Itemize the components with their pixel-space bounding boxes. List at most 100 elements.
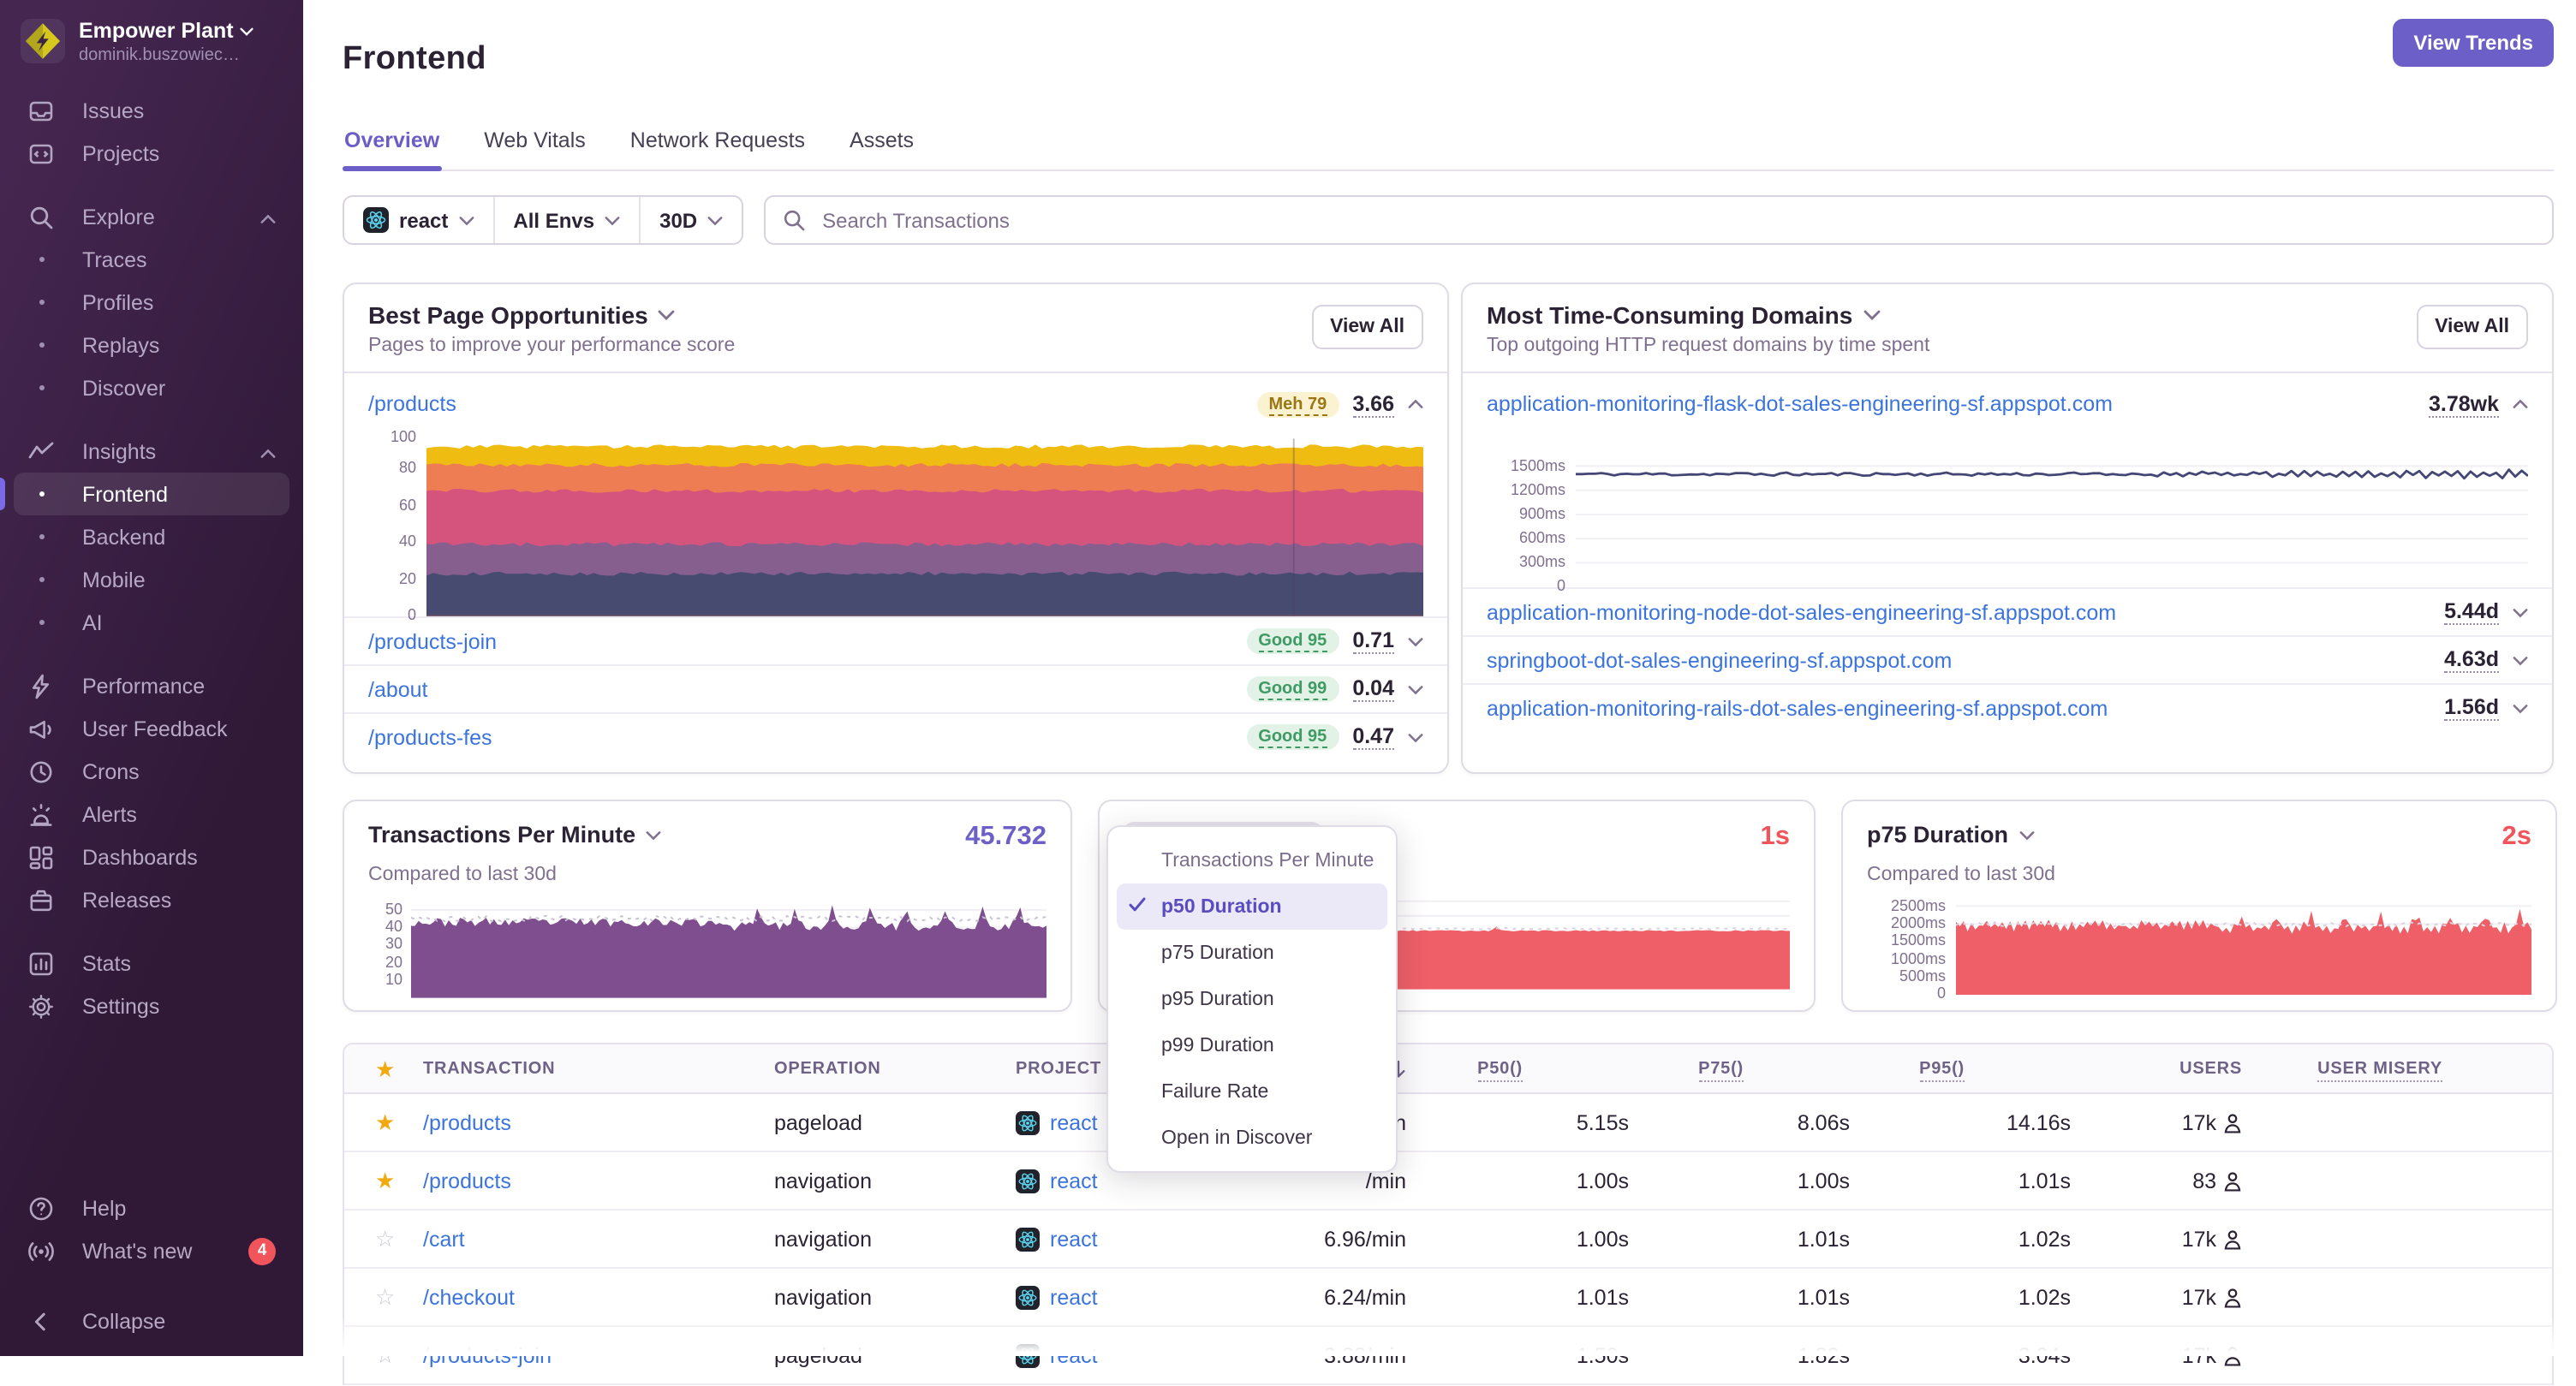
tpm-metric-selector[interactable]: Transactions Per Minute	[368, 823, 661, 848]
domain-row[interactable]: springboot-dot-sales-engineering-sf.apps…	[1463, 635, 2552, 684]
menu-item-failure-rate[interactable]: Failure Rate	[1117, 1068, 1387, 1115]
stats-icon	[27, 949, 55, 977]
panel-title[interactable]: Best Page Opportunities	[368, 302, 648, 330]
domain-link[interactable]: application-monitoring-node-dot-sales-en…	[1487, 601, 2116, 625]
column-header-p75[interactable]: P75()	[1629, 1059, 1850, 1082]
chevron-down-icon[interactable]	[659, 311, 676, 321]
column-header-p50[interactable]: P50()	[1406, 1059, 1629, 1082]
project-link[interactable]: react	[1050, 1111, 1098, 1135]
org-switcher[interactable]: Empower Plant dominik.buszowiec…	[0, 0, 303, 72]
page-opportunity-row[interactable]: /products-fes Good 95 0.47	[344, 712, 1447, 761]
performance-icon	[27, 672, 55, 699]
transaction-link[interactable]: /cart	[423, 1228, 465, 1252]
sidebar-item-dashboards[interactable]: Dashboards	[14, 836, 289, 878]
sidebar-item-help[interactable]: Help	[14, 1187, 289, 1229]
transaction-link[interactable]: /products	[423, 1169, 511, 1193]
chevron-up-icon[interactable]	[260, 205, 276, 229]
panel-subtitle: Pages to improve your performance score	[368, 336, 736, 357]
menu-item-p99-duration[interactable]: p99 Duration	[1117, 1022, 1387, 1068]
y-axis-tick-label: 2000ms	[1890, 914, 1946, 932]
environment-filter[interactable]: All Envs	[492, 197, 639, 244]
menu-item-label: p95 Duration	[1161, 989, 1274, 1009]
sidebar-item-crons[interactable]: Crons	[14, 750, 289, 793]
page-opportunity-link[interactable]: /products-fes	[368, 726, 492, 750]
tpm-chart[interactable]: 10 20 30 40 50	[368, 896, 1046, 999]
menu-item-label: Open in Discover	[1161, 1127, 1313, 1148]
panel-title[interactable]: Most Time-Consuming Domains	[1487, 302, 1852, 330]
page-score-chart[interactable]: 0 20 40 60 80 100	[368, 430, 1423, 623]
menu-item-open-in-discover[interactable]: Open in Discover	[1117, 1115, 1387, 1161]
sidebar-item-whats-new[interactable]: What's new 4	[14, 1229, 289, 1272]
project-link[interactable]: react	[1050, 1228, 1098, 1252]
page-opportunity-link[interactable]: /products	[368, 393, 456, 417]
page-opportunity-row[interactable]: /products Meh 79 3.66 0 20 40 60 80 100	[344, 374, 1447, 623]
tab-network-requests[interactable]: Network Requests	[629, 129, 807, 170]
view-all-button[interactable]: View All	[1311, 305, 1423, 350]
domain-row[interactable]: application-monitoring-flask-dot-sales-e…	[1463, 374, 2552, 594]
p95-cell: 1.02s	[2018, 1227, 2071, 1252]
sidebar-item-performance[interactable]: Performance	[14, 664, 289, 707]
domain-row[interactable]: application-monitoring-rails-dot-sales-e…	[1463, 683, 2552, 732]
date-range-filter[interactable]: 30D	[639, 197, 742, 244]
sidebar-item-alerts[interactable]: Alerts	[14, 793, 289, 836]
view-all-button[interactable]: View All	[2416, 305, 2528, 350]
sidebar-item-traces[interactable]: Traces	[14, 238, 289, 281]
domain-row[interactable]: application-monitoring-node-dot-sales-en…	[1463, 587, 2552, 636]
sidebar-item-projects[interactable]: Projects	[14, 132, 289, 175]
sidebar-item-ai[interactable]: AI	[14, 601, 289, 644]
p75-metric-selector[interactable]: p75 Duration	[1867, 823, 2034, 848]
project-filter[interactable]: react	[344, 198, 492, 244]
sidebar-section-insights[interactable]: Insights	[14, 430, 289, 473]
y-axis-tick-label: 1500ms	[1890, 931, 1946, 949]
sidebar-item-mobile[interactable]: Mobile	[14, 558, 289, 601]
transaction-link[interactable]: /products	[423, 1111, 511, 1135]
tab-web-vitals[interactable]: Web Vitals	[482, 129, 587, 170]
sidebar-item-profiles[interactable]: Profiles	[14, 281, 289, 324]
bullet-icon	[27, 534, 55, 539]
sidebar-item-frontend[interactable]: Frontend	[0, 473, 289, 515]
sidebar-item-collapse[interactable]: Collapse	[14, 1300, 289, 1342]
domain-link[interactable]: springboot-dot-sales-engineering-sf.apps…	[1487, 649, 1952, 673]
domain-link[interactable]: application-monitoring-rails-dot-sales-e…	[1487, 697, 2108, 721]
search-input[interactable]	[819, 206, 2535, 235]
tab-assets[interactable]: Assets	[848, 129, 915, 170]
view-trends-button[interactable]: View Trends	[2393, 19, 2554, 67]
domain-link[interactable]: application-monitoring-flask-dot-sales-e…	[1487, 393, 2113, 417]
star-filled-icon[interactable]: ★	[375, 1170, 423, 1193]
menu-item-p75-duration[interactable]: p75 Duration	[1117, 930, 1387, 976]
menu-item-p95-duration[interactable]: p95 Duration	[1117, 976, 1387, 1022]
star-outline-icon[interactable]: ☆	[375, 1287, 423, 1309]
transaction-link[interactable]: /checkout	[423, 1286, 515, 1310]
p75-chart[interactable]: 0 500ms 1000ms 1500ms 2000ms 2500ms	[1867, 896, 2531, 1002]
insights-icon	[27, 437, 55, 465]
project-link[interactable]: react	[1050, 1169, 1098, 1193]
sidebar-item-issues[interactable]: Issues	[14, 89, 289, 132]
sidebar-item-stats[interactable]: Stats	[14, 942, 289, 984]
y-axis-tick-label: 0	[407, 606, 416, 624]
star-outline-icon[interactable]: ☆	[375, 1228, 423, 1251]
column-header-p95[interactable]: P95()	[1850, 1059, 2071, 1082]
sidebar-item-backend[interactable]: Backend	[14, 515, 289, 558]
page-opportunity-row[interactable]: /about Good 99 0.04	[344, 664, 1447, 713]
sidebar-section-explore[interactable]: Explore	[14, 195, 289, 238]
chevron-up-icon[interactable]	[260, 439, 276, 463]
sidebar-item-releases[interactable]: Releases	[14, 878, 289, 921]
page-opportunity-link[interactable]: /products-join	[368, 630, 497, 654]
domain-duration-chart[interactable]: 0 300ms 600ms 900ms 1200ms 1500ms	[1487, 455, 2528, 594]
page-opportunity-row[interactable]: /products-join Good 95 0.71	[344, 616, 1447, 665]
project-link[interactable]: react	[1050, 1286, 1098, 1310]
sidebar-item-user-feedback[interactable]: User Feedback	[14, 707, 289, 750]
star-filled-icon[interactable]: ★	[375, 1112, 423, 1134]
sidebar-item-settings[interactable]: Settings	[14, 984, 289, 1027]
menu-item-p50-duration[interactable]: p50 Duration	[1117, 883, 1387, 930]
tab-overview[interactable]: Overview	[343, 129, 441, 172]
sidebar-item-replays[interactable]: Replays	[14, 324, 289, 366]
page-opportunity-link[interactable]: /about	[368, 678, 428, 702]
p50-cell: 1.00s	[1576, 1227, 1629, 1252]
column-header-user-misery[interactable]: USER MISERY	[2242, 1059, 2518, 1082]
sidebar-item-discover[interactable]: Discover	[14, 366, 289, 409]
metric-subtitle: Compared to last 30d	[368, 865, 557, 886]
menu-item-transactions-per-minute[interactable]: Transactions Per Minute	[1117, 837, 1387, 883]
chevron-down-icon[interactable]	[1863, 311, 1880, 321]
table-row: ☆/cart navigation react 6.96/min 1.00s 1.01s 1…	[344, 1211, 2552, 1270]
